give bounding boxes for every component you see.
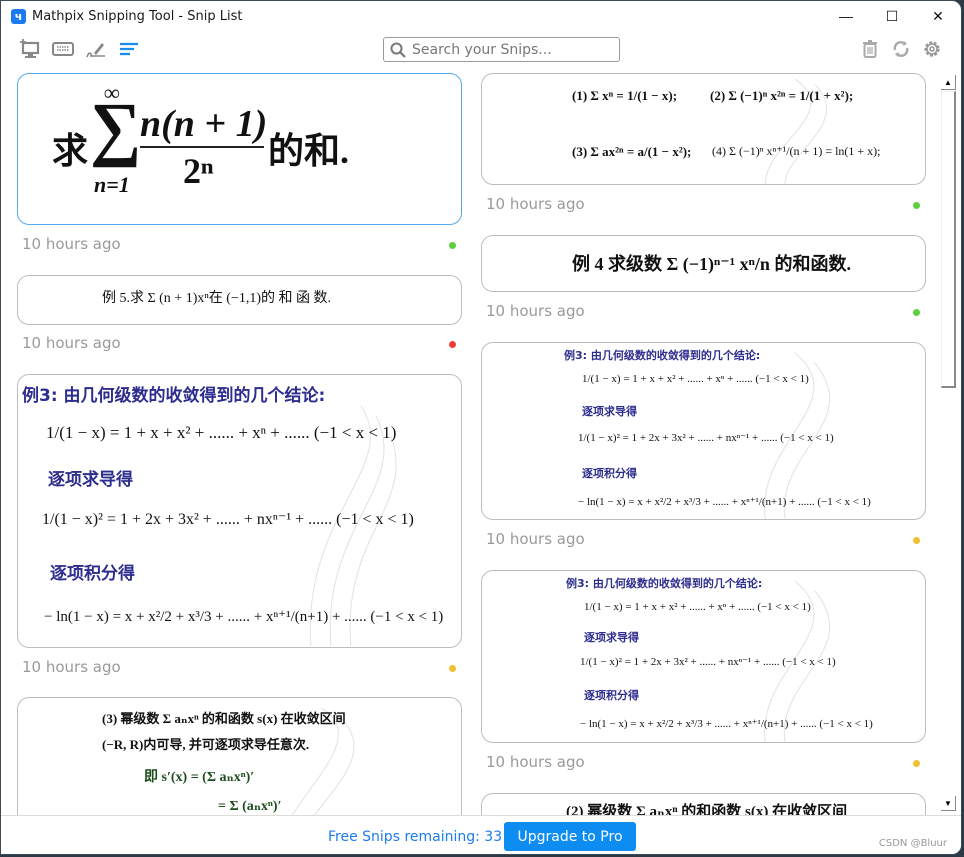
snip-subheading: 逐项积分得 [50, 564, 135, 584]
snip-list: 求 ∞ ∑ n=1 n(n + 1) 2ⁿ 的和. 10 hours ago 例… [1, 69, 941, 815]
snip-line: − ln(1 − x) = x + x²/2 + x³/3 + ...... +… [44, 609, 444, 625]
snip-timestamp: 10 hours ago [486, 753, 585, 771]
snip-card[interactable]: 例3: 由几何级数的收敛得到的几个结论: 1/(1 − x) = 1 + x +… [481, 570, 926, 743]
settings-icon[interactable] [921, 39, 943, 59]
window-controls: — ☐ ✕ [823, 1, 961, 31]
snip-subheading: 逐项求导得 [582, 405, 637, 418]
upgrade-to-pro-button[interactable]: Upgrade to Pro [504, 822, 636, 851]
snip-timestamp: 10 hours ago [22, 235, 121, 253]
scroll-down-arrow[interactable]: ▼ [941, 796, 956, 811]
snip-math-text: 例 4 求级数 Σ (−1)ⁿ⁻¹ xⁿ/n 的和函数. [572, 254, 851, 274]
scrollbar[interactable]: ▲ ▼ [939, 71, 959, 815]
snip-card[interactable]: 例3: 由几何级数的收敛得到的几个结论: 1/(1 − x) = 1 + x +… [17, 374, 462, 648]
snip-line: (3) 幂级数 Σ aₙxⁿ 的和函数 s(x) 在收敛区间 [102, 711, 346, 726]
search-icon [390, 42, 406, 58]
snip-math-text: 例 5.求 Σ (n + 1)xⁿ在 (−1,1)的 和 函 数. [102, 291, 331, 306]
trash-icon[interactable] [859, 39, 881, 59]
snip-line: − ln(1 − x) = x + x²/2 + x³/3 + ...... +… [578, 496, 871, 508]
toolbar-right [859, 39, 943, 59]
snip-list-icon[interactable] [118, 39, 140, 59]
status-dot-yellow [449, 665, 456, 672]
search-box[interactable] [383, 37, 620, 62]
footer: Free Snips remaining: 33 Upgrade to Pro … [1, 815, 961, 854]
status-dot-yellow [913, 537, 920, 544]
snip-timestamp: 10 hours ago [22, 334, 121, 352]
snip-line: (−R, R)内可导, 并可逐项求导任意次. [102, 737, 310, 752]
snip-subheading: 逐项求导得 [48, 470, 133, 490]
sum-lower: n=1 [94, 172, 130, 197]
snip-meta: 10 hours ago [481, 530, 926, 550]
fraction-denominator: 2ⁿ [183, 151, 214, 191]
snip-heading: 例3: 由几何级数的收敛得到的几个结论: [564, 349, 761, 362]
snip-line: 1/(1 − x) = 1 + x + x² + ...... + xⁿ + .… [584, 601, 811, 613]
toolbar-left [19, 39, 140, 59]
status-dot-green [913, 202, 920, 209]
status-dot-green [449, 242, 456, 249]
formula-3: (3) Σ ax²ⁿ = a/(1 − x²); [572, 144, 692, 159]
snip-heading: 例3: 由几何级数的收敛得到的几个结论: [566, 577, 763, 590]
snip-subheading: 逐项积分得 [584, 689, 639, 702]
snip-timestamp: 10 hours ago [486, 195, 585, 213]
minimize-button[interactable]: — [823, 1, 869, 31]
close-button[interactable]: ✕ [915, 1, 961, 31]
snip-card[interactable]: (1) Σ xⁿ = 1/(1 − x); (2) Σ (−1)ⁿ x²ⁿ = … [481, 73, 926, 185]
new-snip-icon[interactable] [19, 39, 41, 59]
snip-line: 1/(1 − x) = 1 + x + x² + ...... + xⁿ + .… [582, 373, 809, 385]
snip-suffix: 的和. [268, 131, 350, 171]
snip-line: 1/(1 − x) = 1 + x + x² + ...... + xⁿ + .… [46, 423, 397, 442]
window-title: Mathpix Snipping Tool - Snip List [32, 8, 243, 24]
status-dot-yellow [913, 760, 920, 767]
maximize-button[interactable]: ☐ [869, 1, 915, 31]
snip-card[interactable]: (2) 幂级数 Σ aₙxⁿ 的和函数 s(x) 在收敛区间 [481, 793, 926, 815]
snip-timestamp: 10 hours ago [22, 658, 121, 676]
snip-card[interactable]: 例3: 由几何级数的收敛得到的几个结论: 1/(1 − x) = 1 + x +… [481, 342, 926, 520]
snip-meta: 10 hours ago [17, 658, 462, 678]
snip-subheading: 逐项积分得 [582, 467, 637, 480]
scroll-up-arrow[interactable]: ▲ [941, 75, 956, 90]
csdn-watermark: CSDN @Bluur [878, 838, 947, 849]
formula-2: (2) Σ (−1)ⁿ x²ⁿ = 1/(1 + x²); [710, 88, 854, 103]
snip-line: 1/(1 − x)² = 1 + 2x + 3x² + ...... + nxⁿ… [42, 511, 414, 528]
toolbar [1, 31, 961, 69]
status-dot-red [449, 341, 456, 348]
keyboard-icon[interactable] [52, 39, 74, 59]
formula-4: (4) Σ (−1)ⁿ xⁿ⁺¹/(n + 1) = ln(1 + x); [712, 144, 881, 158]
mathpix-logo-icon: ч [11, 8, 26, 24]
snip-meta: 10 hours ago [17, 235, 462, 255]
snip-line: 1/(1 − x)² = 1 + 2x + 3x² + ...... + nxⁿ… [578, 432, 834, 444]
fraction-bar [140, 146, 264, 148]
snip-meta: 10 hours ago [17, 334, 462, 354]
snip-line: − ln(1 − x) = x + x²/2 + x³/3 + ...... +… [580, 718, 873, 730]
snip-timestamp: 10 hours ago [486, 530, 585, 548]
snip-meta: 10 hours ago [481, 753, 926, 773]
formula-1: (1) Σ xⁿ = 1/(1 − x); [572, 88, 678, 103]
search-input[interactable] [412, 41, 612, 58]
snip-heading: 例3: 由几何级数的收敛得到的几个结论: [22, 386, 326, 406]
free-snips-remaining: Free Snips remaining: 33 [328, 829, 503, 845]
handwriting-icon[interactable] [85, 39, 107, 59]
sync-icon[interactable] [890, 39, 912, 59]
snip-meta: 10 hours ago [481, 195, 926, 215]
snip-line: = Σ (aₙxⁿ)′ [218, 799, 282, 814]
snip-line: (2) 幂级数 Σ aₙxⁿ 的和函数 s(x) 在收敛区间 [566, 804, 848, 815]
snip-subheading: 逐项求导得 [584, 631, 639, 644]
snip-card[interactable]: 例 4 求级数 Σ (−1)ⁿ⁻¹ xⁿ/n 的和函数. [481, 235, 926, 292]
sum-symbol: ∑ [90, 88, 142, 168]
snip-card[interactable]: 求 ∞ ∑ n=1 n(n + 1) 2ⁿ 的和. [17, 73, 462, 225]
snip-prefix: 求 [52, 131, 89, 171]
fraction-numerator: n(n + 1) [140, 103, 268, 145]
status-dot-green [913, 309, 920, 316]
snip-line: 1/(1 − x)² = 1 + 2x + 3x² + ...... + nxⁿ… [580, 656, 836, 668]
scroll-thumb[interactable] [941, 91, 956, 388]
snip-card[interactable]: 例 5.求 Σ (n + 1)xⁿ在 (−1,1)的 和 函 数. [17, 275, 462, 325]
title-bar: ч Mathpix Snipping Tool - Snip List — ☐ … [1, 1, 961, 31]
snip-timestamp: 10 hours ago [486, 302, 585, 320]
app-window: ч Mathpix Snipping Tool - Snip List — ☐ … [0, 0, 962, 855]
snip-meta: 10 hours ago [481, 302, 926, 322]
snip-line: 即 s′(x) = (Σ aₙxⁿ)′ [144, 770, 255, 785]
snip-card[interactable]: (3) 幂级数 Σ aₙxⁿ 的和函数 s(x) 在收敛区间 (−R, R)内可… [17, 697, 462, 815]
